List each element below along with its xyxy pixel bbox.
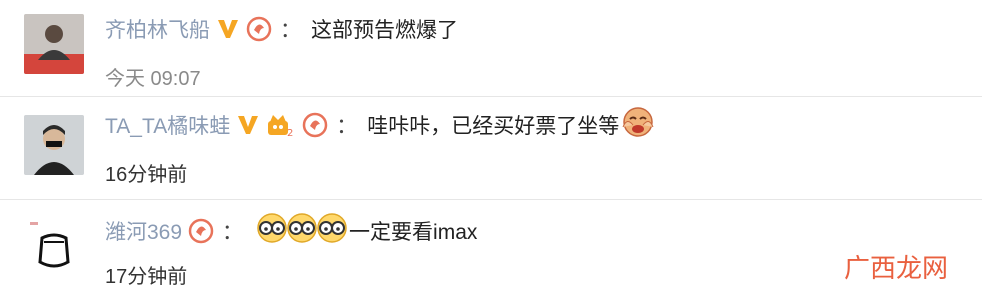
fan-badge-icon[interactable] [188, 218, 216, 244]
comment-header: 潍河369 ： 一定要看imax [105, 212, 478, 250]
avatar[interactable] [24, 115, 84, 175]
avatar[interactable] [24, 218, 84, 278]
comment-header: TA_TA橘味蛙 2 ： 哇咔咔，已经买好票了坐等 [105, 105, 655, 145]
glasses-face-emoji [315, 212, 349, 250]
username[interactable]: TA_TA橘味蛙 [105, 110, 230, 140]
comment-item: TA_TA橘味蛙 2 ： 哇咔咔，已经买好票了坐等 16分钟前 [0, 97, 982, 197]
colon: ： [336, 115, 358, 138]
colon: ： [222, 221, 244, 244]
username[interactable]: 潍河369 [105, 216, 182, 246]
comment-text: 一定要看imax [349, 221, 478, 244]
crown-level-badge-icon[interactable]: 2 [266, 112, 296, 138]
watermark: 广西龙网 [843, 254, 948, 284]
glasses-face-emoji [255, 212, 289, 250]
avatar[interactable] [24, 14, 84, 74]
comment-time: 17分钟前 [105, 266, 188, 288]
clapping-face-emoji [621, 105, 655, 145]
verified-v-icon[interactable] [236, 114, 260, 136]
username[interactable]: 齐柏林飞船 [105, 14, 210, 44]
verified-v-icon[interactable] [216, 18, 240, 40]
comment-time: 今天 09:07 [105, 68, 201, 90]
comment-text: 这部预告燃爆了 [311, 19, 458, 42]
comment-item: 潍河369 ： 一定要看imax 17分钟前 [0, 200, 982, 297]
comment-item: 齐柏林飞船 ： 这部预告燃爆了 今天 09:07 [0, 0, 982, 95]
crown-level: 2 [287, 128, 293, 138]
comment-text: 哇咔咔，已经买好票了坐等 [367, 115, 620, 138]
glasses-face-emoji [285, 212, 319, 250]
colon: ： [280, 19, 301, 42]
fan-badge-icon[interactable] [246, 16, 274, 42]
comment-time: 16分钟前 [105, 164, 188, 186]
fan-badge-icon[interactable] [302, 112, 330, 138]
comment-header: 齐柏林飞船 ： 这部预告燃爆了 [105, 12, 458, 46]
